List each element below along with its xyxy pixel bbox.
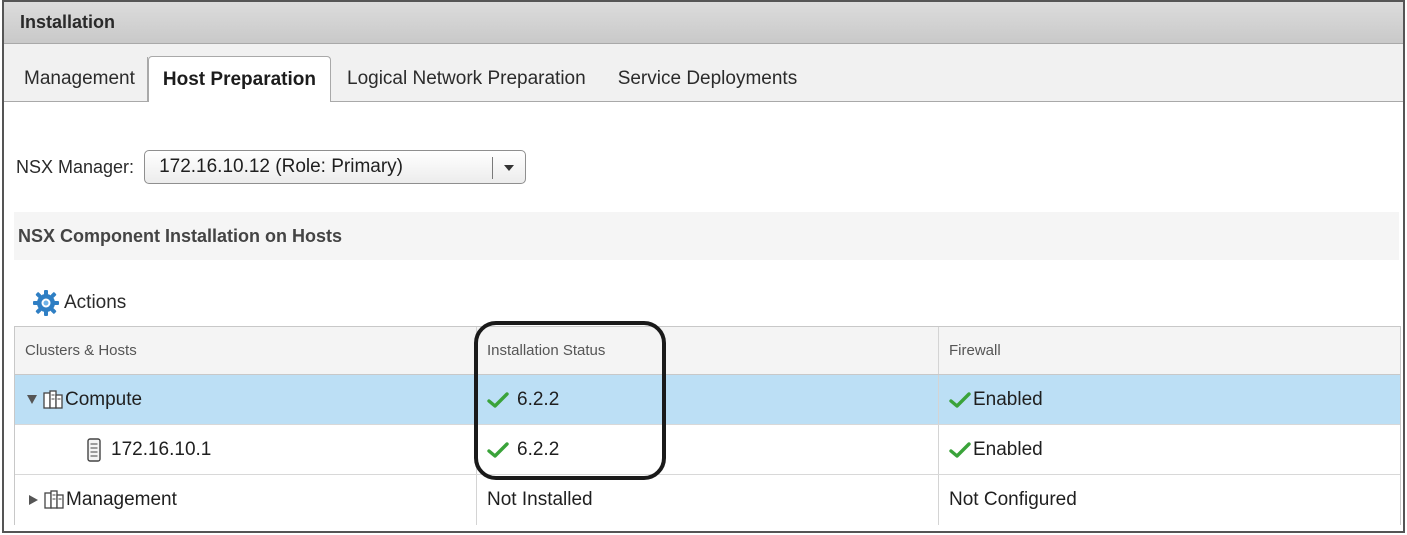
tab-logical-network-preparation[interactable]: Logical Network Preparation [331, 57, 602, 101]
nsx-manager-select[interactable]: 172.16.10.12 (Role: Primary) [144, 150, 527, 184]
install-status-cell: Not Installed [477, 475, 939, 525]
section-title: NSX Component Installation on Hosts [18, 226, 343, 246]
firewall-value: Not Configured [949, 489, 1077, 510]
nsx-manager-row: NSX Manager: 172.16.10.12 (Role: Primary… [16, 150, 527, 184]
select-divider [492, 157, 494, 179]
checkmark-icon [949, 391, 971, 408]
firewall-value: Enabled [973, 388, 1043, 410]
server-icon [87, 437, 101, 462]
nsx-manager-label: NSX Manager: [16, 156, 135, 177]
column-header-clusters-hosts[interactable]: Clusters & Hosts [15, 327, 477, 374]
hosts-grid: Clusters & Hosts Installation Status Fir… [14, 326, 1401, 525]
cluster-cell: Management [15, 475, 477, 525]
tab-management[interactable]: Management [8, 57, 148, 101]
host-cell: 172.16.10.1 [15, 425, 477, 474]
tab-service-deployments[interactable]: Service Deployments [602, 57, 814, 101]
firewall-cell: Not Configured [939, 475, 1400, 525]
nsx-manager-value: 172.16.10.12 (Role: Primary) [159, 156, 404, 177]
cluster-name: Management [66, 489, 177, 510]
firewall-value: Enabled [973, 438, 1043, 460]
grid-header: Clusters & Hosts Installation Status Fir… [15, 327, 1400, 375]
install-status-value: 6.2.2 [517, 388, 560, 410]
tab-host-preparation[interactable]: Host Preparation [147, 56, 331, 102]
actions-label: Actions [64, 292, 127, 313]
column-header-installation-status[interactable]: Installation Status [477, 327, 939, 374]
checkmark-icon [487, 391, 509, 408]
table-row[interactable]: Compute 6.2.2 Enabled [15, 375, 1400, 425]
table-row[interactable]: Management Not Installed Not Configured [15, 475, 1400, 525]
firewall-cell: Enabled [939, 375, 1400, 424]
install-status-value: Not Installed [487, 489, 593, 510]
checkmark-icon [949, 441, 971, 458]
host-name: 172.16.10.1 [111, 438, 212, 460]
cluster-icon [44, 490, 64, 509]
cluster-cell: Compute [15, 375, 477, 424]
column-header-firewall[interactable]: Firewall [939, 327, 1400, 374]
table-row[interactable]: 172.16.10.1 6.2.2 Enabled [15, 425, 1400, 475]
gear-icon [33, 290, 59, 316]
firewall-cell: Enabled [939, 425, 1400, 474]
panel-title: Installation [4, 2, 1403, 44]
tab-bar: Management Host Preparation Logical Netw… [4, 44, 1403, 102]
actions-button[interactable]: Actions [32, 289, 126, 317]
expand-arrow-icon[interactable] [29, 495, 38, 505]
install-status-cell: 6.2.2 [477, 375, 939, 424]
install-status-value: 6.2.2 [517, 438, 560, 460]
checkmark-icon [487, 441, 509, 458]
cluster-icon [43, 389, 63, 409]
expand-arrow-icon[interactable] [27, 395, 37, 404]
chevron-down-icon[interactable] [504, 165, 515, 171]
cluster-name: Compute [65, 388, 143, 410]
tab-content: NSX Manager: 172.16.10.12 (Role: Primary… [4, 102, 1403, 531]
install-status-cell: 6.2.2 [477, 425, 939, 474]
installation-panel: Installation Management Host Preparation… [2, 0, 1405, 533]
